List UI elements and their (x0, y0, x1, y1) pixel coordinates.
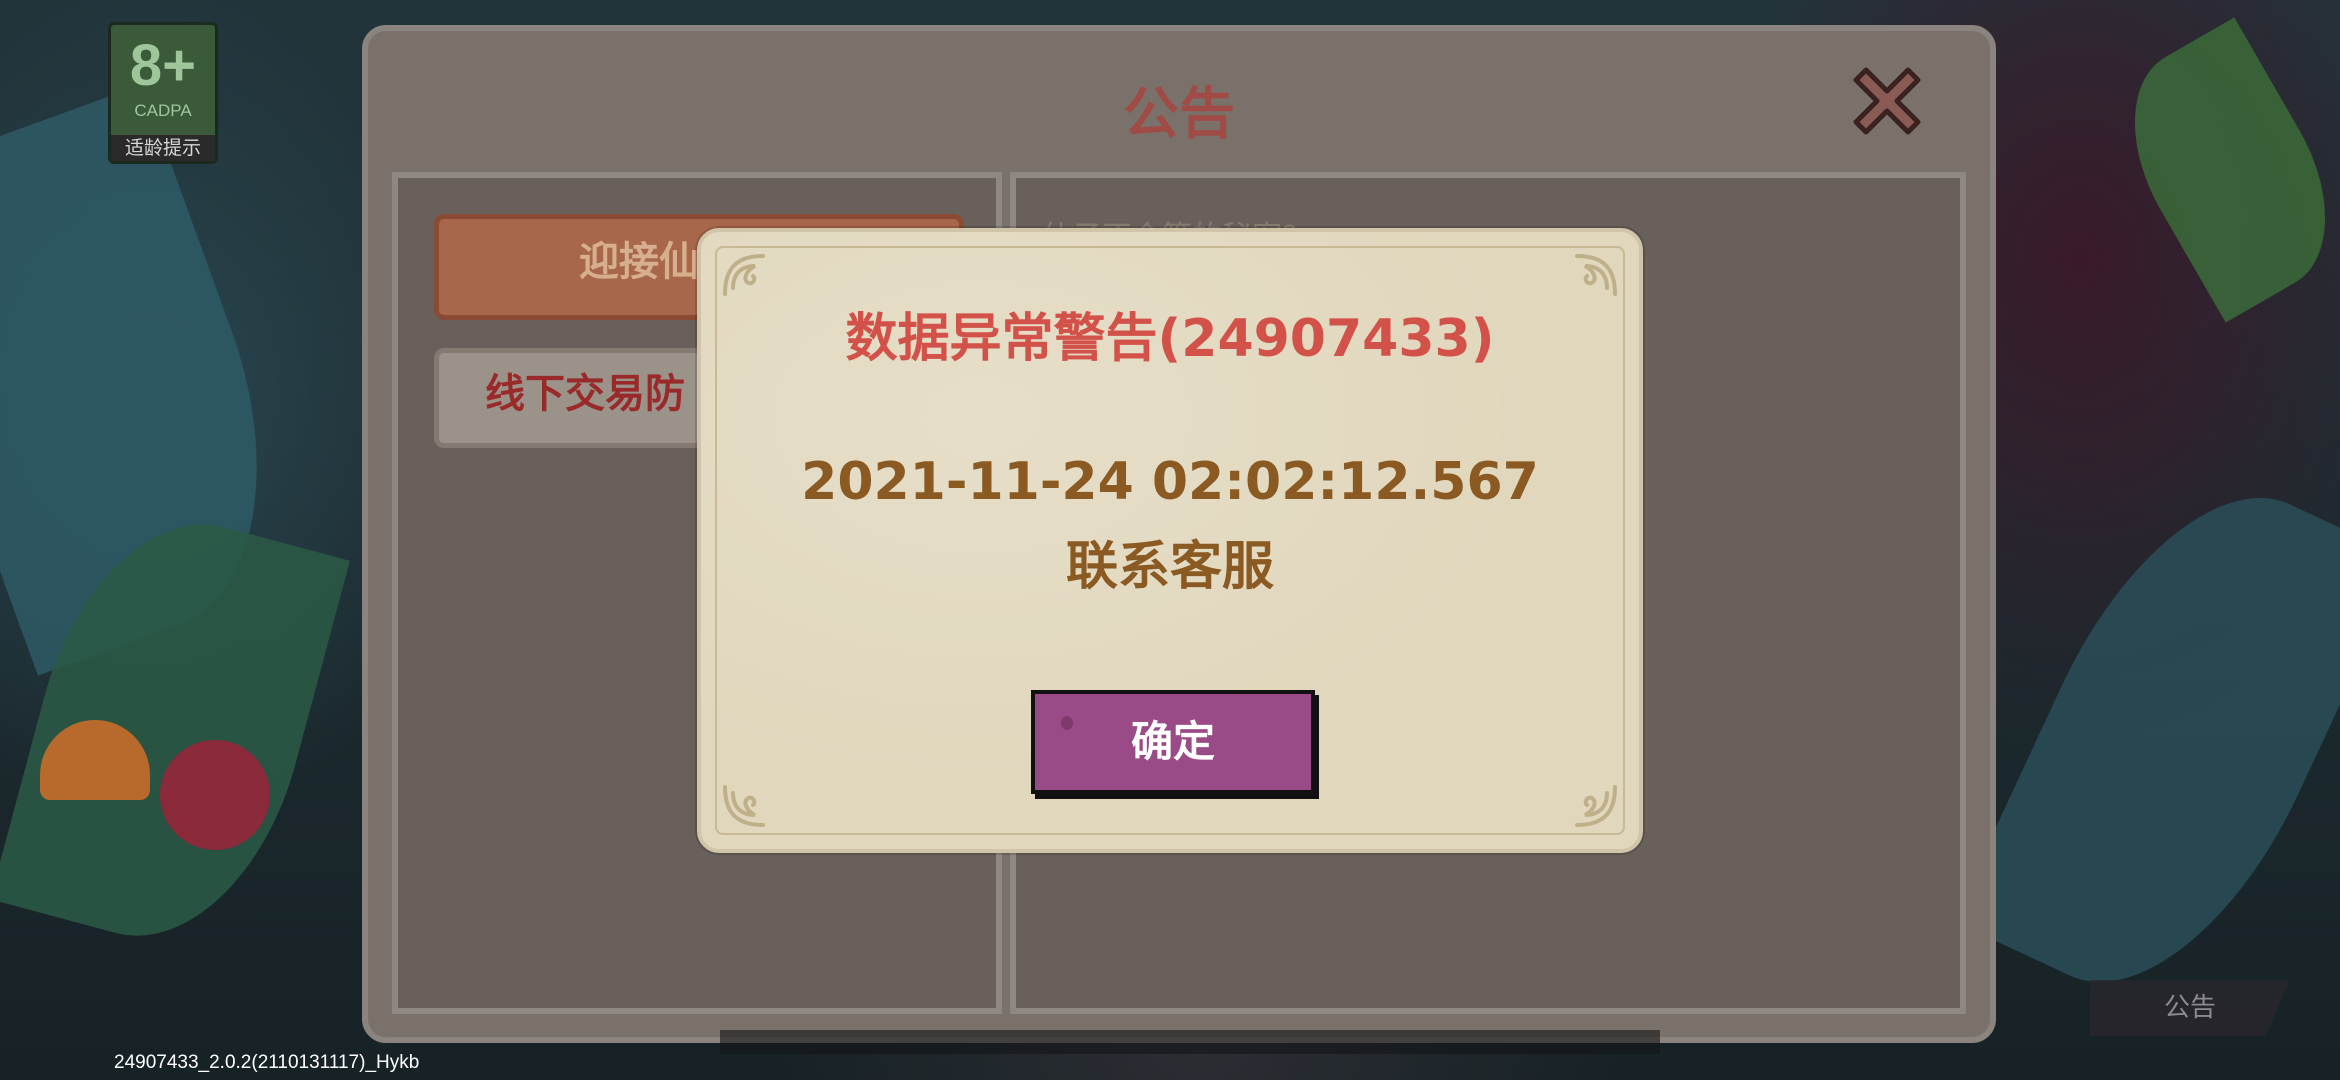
corner-ornament-icon (723, 785, 765, 827)
notice-panel-title: 公告 (1123, 82, 1235, 147)
corner-ornament-icon (1575, 785, 1617, 827)
data-anomaly-dialog: 数据异常警告(24907433) 2021-11-24 02:02:12.567… (697, 228, 1643, 853)
confirm-button[interactable]: 确定 (1031, 690, 1315, 794)
dialog-timestamp: 2021-11-24 02:02:12.567 (801, 452, 1539, 512)
background-leaf (1952, 449, 2340, 1031)
bottom-strip (720, 1030, 1660, 1054)
dialog-title: 数据异常警告(24907433) (845, 309, 1495, 369)
age-rating-value: 8+ (129, 33, 197, 98)
age-rating-badge: 8+ CADPA 适龄提示 (108, 22, 218, 164)
confirm-button-label: 确定 (1130, 717, 1215, 766)
version-label: 24907433_2.0.2(2110131117)_Hykb (114, 1052, 420, 1073)
close-button[interactable] (1846, 60, 1928, 142)
game-screen: 8+ CADPA 适龄提示 公告 仙子不会算的秘密? 迎接仙 线下交易防 公告 … (0, 0, 2340, 1080)
close-icon (1853, 67, 1921, 135)
rating-org: CADPA (134, 101, 192, 120)
corner-ornament-icon (1575, 254, 1617, 296)
notice-corner-button[interactable]: 公告 (2090, 980, 2290, 1036)
berry (160, 740, 270, 850)
age-tip-label: 适龄提示 (111, 135, 215, 161)
corner-ornament-icon (723, 254, 765, 296)
dialog-message: 联系客服 (1065, 537, 1274, 597)
background-leaf (2095, 17, 2340, 323)
button-spot (1061, 716, 1073, 730)
